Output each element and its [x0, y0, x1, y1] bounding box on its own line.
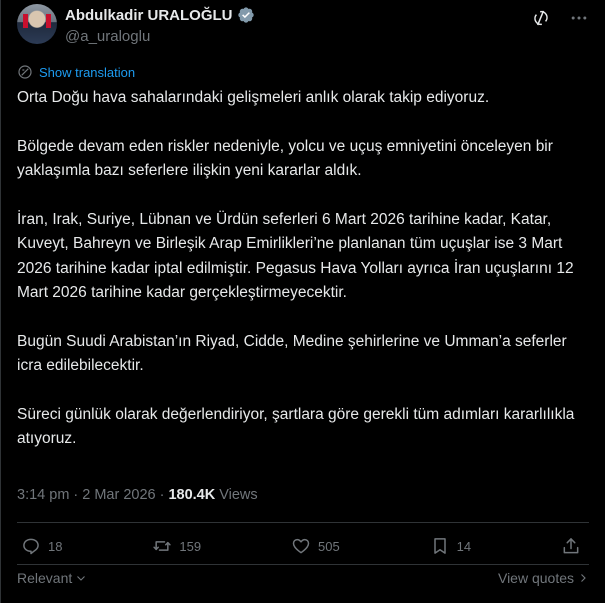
- meta-separator: ·: [159, 487, 165, 503]
- sort-label: Relevant: [17, 570, 73, 586]
- repost-count: 159: [179, 538, 202, 554]
- action-bar: 18 159 505 14: [21, 536, 581, 556]
- repost-button[interactable]: 159: [152, 536, 201, 556]
- show-translation[interactable]: Show translation: [17, 64, 135, 80]
- meta-separator: ·: [73, 487, 79, 503]
- tweet-footer: Relevant View quotes: [17, 570, 589, 586]
- flag-left: [23, 14, 28, 28]
- chevron-down-icon: [77, 576, 86, 581]
- tweet-paragraph: İran, Irak, Suriye, Lübnan ve Ürdün sefe…: [17, 210, 574, 302]
- bookmark-count: 14: [456, 538, 472, 554]
- more-icon[interactable]: [569, 8, 589, 28]
- view-quotes-link[interactable]: View quotes: [498, 570, 589, 586]
- tweet-paragraph: Bölgede devam eden riskler nedeniyle, yo…: [17, 137, 553, 180]
- tweet-meta: 3:14 pm · 2 Mar 2026 · 180.4K Views: [17, 487, 258, 503]
- reply-count: 18: [48, 538, 63, 554]
- header-icons: [531, 8, 589, 28]
- divider: [17, 522, 589, 523]
- show-translation-label[interactable]: Show translation: [39, 65, 135, 80]
- grok-icon[interactable]: [531, 8, 551, 28]
- translate-icon: [18, 65, 32, 79]
- flag-right: [46, 14, 51, 28]
- reply-icon: [23, 538, 39, 555]
- chevron-right-icon: [581, 574, 586, 582]
- views-count: 180.4K: [168, 487, 216, 503]
- divider: [17, 564, 589, 565]
- repost-icon: [153, 541, 172, 551]
- bookmark-button[interactable]: 14: [430, 536, 471, 556]
- view-quotes-label: View quotes: [497, 570, 574, 586]
- share-button[interactable]: [561, 536, 581, 556]
- tweet-paragraph: Bugün Suudi Arabistan’ın Riyad, Cidde, M…: [17, 332, 567, 375]
- views-label: Views: [219, 487, 258, 503]
- reply-button[interactable]: 18: [21, 536, 62, 556]
- tweet-paragraph: Orta Doğu hava sahalarındaki gelişmeleri…: [17, 89, 490, 106]
- sort-dropdown[interactable]: Relevant: [17, 570, 87, 586]
- author-display-name[interactable]: Abdulkadir URALOĞLU: [65, 7, 233, 24]
- tweet-date[interactable]: 2 Mar 2026: [82, 487, 155, 503]
- tweet: Abdulkadir URALOĞLU @a_uraloglu Show tra…: [0, 0, 605, 603]
- tweet-body: Orta Doğu hava sahalarındaki gelişmeleri…: [17, 86, 592, 476]
- like-count: 505: [317, 538, 340, 554]
- author-handle[interactable]: @a_uraloglu: [65, 28, 150, 45]
- tweet-time[interactable]: 3:14 pm: [17, 487, 69, 503]
- verified-badge-icon: [237, 7, 254, 23]
- author-name-row: Abdulkadir URALOĞLU: [65, 6, 255, 24]
- tweet-paragraph: Süreci günlük olarak değerlendiriyor, şa…: [17, 405, 575, 448]
- like-button[interactable]: 505: [291, 536, 340, 556]
- heart-icon: [292, 538, 310, 554]
- avatar[interactable]: [17, 4, 57, 44]
- bookmark-icon: [433, 538, 446, 554]
- share-icon: [563, 538, 579, 554]
